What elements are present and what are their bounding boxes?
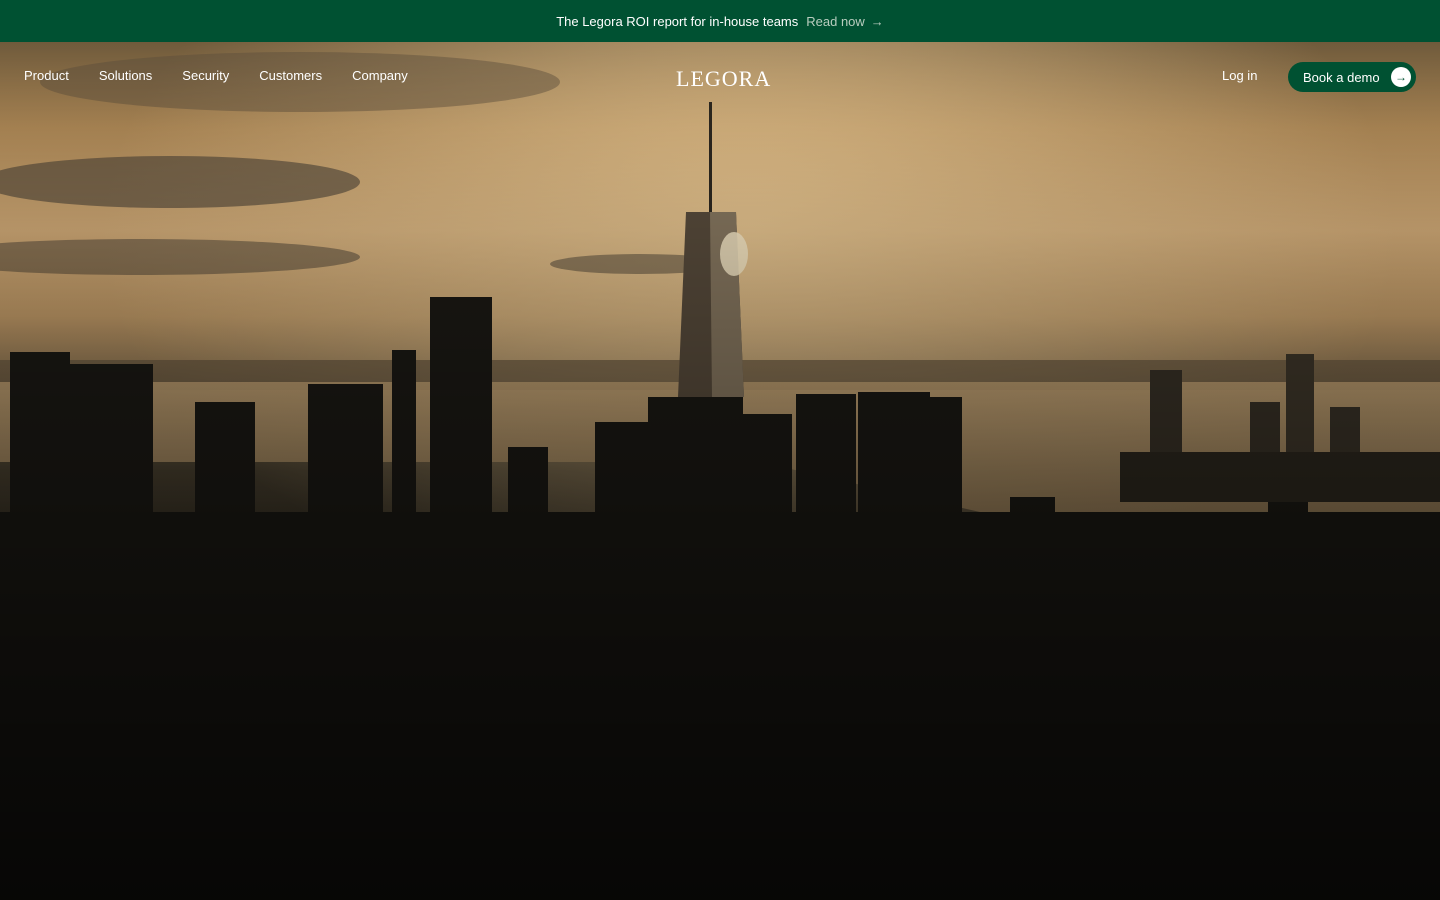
arrow-right-icon: → xyxy=(1391,67,1411,87)
read-now-link[interactable]: Read now → xyxy=(806,14,884,29)
nav-links: Product Solutions Security Customers Com… xyxy=(24,68,408,83)
book-demo-label: Book a demo xyxy=(1303,69,1380,85)
arrow-right-icon: → xyxy=(870,13,884,29)
hero-image xyxy=(0,42,1440,900)
nav-customers[interactable]: Customers xyxy=(259,68,322,83)
city-skyline-illustration xyxy=(0,42,1440,900)
legora-logo[interactable]: LEGORA xyxy=(676,66,771,92)
nav-solutions[interactable]: Solutions xyxy=(99,68,152,83)
nav-security[interactable]: Security xyxy=(182,68,229,83)
nav-company[interactable]: Company xyxy=(352,68,408,83)
announcement-bar: The Legora ROI report for in-house teams… xyxy=(0,0,1440,42)
main-nav: Product Solutions Security Customers Com… xyxy=(0,42,1440,112)
nav-product[interactable]: Product xyxy=(24,68,69,83)
read-now-label: Read now xyxy=(806,13,865,29)
login-link[interactable]: Log in xyxy=(1222,68,1257,83)
announcement-text: The Legora ROI report for in-house teams xyxy=(556,13,799,29)
book-demo-button[interactable]: Book a demo → xyxy=(1288,62,1416,92)
